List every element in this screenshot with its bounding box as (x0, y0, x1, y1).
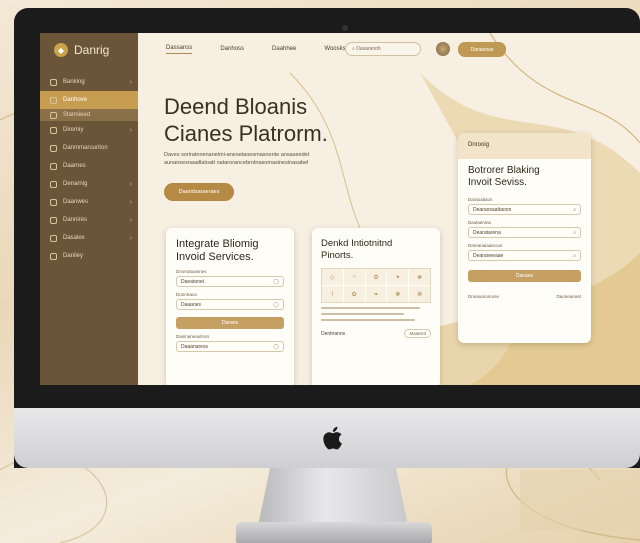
dashboard-icon (50, 96, 57, 104)
search-icon: ⌕ (573, 229, 576, 236)
sidebar-item-7[interactable]: Daanwes › (40, 193, 138, 211)
chevron-right-icon: › (129, 234, 132, 242)
grid-cell[interactable]: ⌇ (322, 286, 343, 302)
invoice-card-header: Dnrooig (458, 133, 591, 159)
list-icon (50, 111, 57, 119)
invoice-field-3[interactable]: Dearaneeaae ⌕ (468, 250, 581, 261)
hero-title: Deend Bloanis Cianes Platrorm. (164, 94, 328, 146)
reports-grid: ◇ ○ ✿ ✦ ❀ ⌇ ✿ ❧ ✾ ❁ (321, 268, 431, 303)
invoice-field-2[interactable]: Dearatarena ⌕ (468, 227, 581, 238)
text-line (321, 319, 415, 321)
search-input[interactable]: ⌕ Dasaranoh (345, 42, 421, 56)
screen: ◆ Danrig Banking › Danhove Stannieed Dire… (40, 33, 640, 385)
sidebar-item-2[interactable]: Stannieed (40, 109, 138, 121)
nav-item-3[interactable]: Woosks (324, 46, 345, 52)
help-icon (50, 252, 57, 260)
search-icon: ⌕ (573, 206, 576, 213)
brand-logo-icon: ◆ (54, 43, 68, 57)
sidebar-item-9[interactable]: Dasalex › (40, 229, 138, 247)
gear-icon (50, 234, 57, 242)
circle-icon: ◯ (273, 301, 279, 308)
circle-icon: ◯ (273, 343, 279, 350)
text-line (321, 307, 420, 309)
invoice-icon (50, 198, 57, 206)
sidebar-item-10[interactable]: Daniley (40, 247, 138, 265)
reports-field-row: Dentnanns Maaterd (321, 329, 431, 338)
grid-cell[interactable]: ✦ (387, 269, 409, 285)
invoice-card: Dnrooig Botrorer Blaking Invoit Seviss. … (458, 133, 591, 343)
sidebar-item-0[interactable]: Banking › (40, 73, 138, 91)
circle-icon: ◯ (273, 278, 279, 285)
chevron-right-icon: › (129, 78, 132, 86)
grid-cell[interactable]: ❁ (409, 286, 430, 302)
search-icon: ⌕ (573, 252, 576, 259)
home-icon (50, 78, 57, 86)
grid-cell[interactable]: ○ (343, 269, 365, 285)
sidebar-item-1[interactable]: Danhove (40, 91, 138, 109)
nav-item-0[interactable]: Dassanss (166, 45, 193, 54)
sidebar: ◆ Danrig Banking › Danhove Stannieed Dire… (40, 33, 138, 385)
invoice-card-footer: Dnnaoarunorse Daoneanoet (468, 294, 581, 299)
grid-cell[interactable]: ◇ (322, 269, 343, 285)
integration-card: Integrate Bliomig Invoid Services. Dnoma… (166, 228, 294, 385)
chevron-right-icon: › (129, 126, 132, 134)
nav-item-2[interactable]: Daahhee (272, 46, 296, 52)
integration-field-1[interactable]: Daeatonet ◯ (176, 276, 284, 287)
chevron-right-icon: › (129, 216, 132, 224)
users-icon (50, 216, 57, 224)
nav-item-1[interactable]: Danhoss (220, 46, 244, 52)
grid-cell[interactable]: ✿ (365, 269, 387, 285)
grid-cell[interactable]: ❧ (365, 286, 387, 302)
sidebar-item-8[interactable]: Dannires › (40, 211, 138, 229)
invoice-card-title: Botrorer Blaking Invoit Seviss. (468, 165, 540, 188)
invoice-submit-button[interactable]: Danaes (468, 270, 581, 282)
chevron-right-icon: › (129, 180, 132, 188)
integration-field-3[interactable]: Daaanaress ◯ (176, 341, 284, 352)
text-line (321, 313, 404, 315)
sidebar-item-3[interactable]: Diremiy › (40, 121, 138, 139)
grid-cell[interactable]: ✿ (343, 286, 365, 302)
document-icon (50, 144, 57, 152)
sidebar-item-6[interactable]: Denarnig › (40, 175, 138, 193)
wallet-icon (50, 180, 57, 188)
grid-cell[interactable]: ✾ (387, 286, 409, 302)
chart-icon (50, 162, 57, 170)
camera-dot (342, 25, 348, 31)
reports-card: Denkd Intiotnitnd Pinorts. ◇ ○ ✿ ✦ ❀ ⌇ ✿… (312, 228, 440, 385)
card-icon (50, 126, 57, 134)
integration-card-title: Integrate Bliomig Invoid Services. (176, 238, 259, 263)
brand-name: Danrig (74, 43, 110, 57)
monitor-stand (258, 468, 408, 526)
chevron-right-icon: › (129, 198, 132, 206)
top-action-button[interactable]: Danaonas (458, 42, 506, 57)
hero-cta-button[interactable]: Daaridsaraeraes (164, 183, 234, 201)
monitor-base (236, 522, 432, 543)
invoice-field-1[interactable]: Dearaosaattaoon ⌕ (468, 204, 581, 215)
grid-cell[interactable]: ❀ (409, 269, 430, 285)
sidebar-item-5[interactable]: Daarnes (40, 157, 138, 175)
integration-submit-button[interactable]: Darans (176, 317, 284, 329)
apple-logo-icon (323, 426, 342, 450)
brand: ◆ Danrig (40, 33, 138, 73)
status-chip[interactable]: Maaterd (404, 329, 431, 338)
sidebar-item-4[interactable]: Danmmaruuriton (40, 139, 138, 157)
hero-description: Daves soriratnoenaneimi-anesetaoesmasnon… (164, 152, 310, 166)
reports-card-title: Denkd Intiotnitnd Pinorts. (321, 238, 393, 261)
integration-field-2[interactable]: Daaanes ◯ (176, 299, 284, 310)
avatar[interactable] (436, 42, 450, 56)
